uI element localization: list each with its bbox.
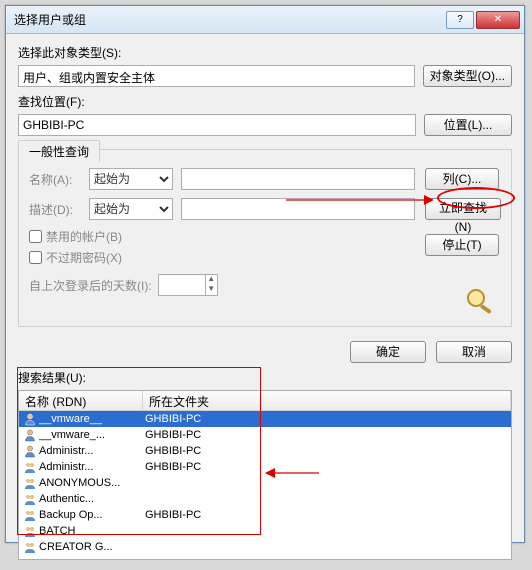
results-listview[interactable]: 名称 (RDN) 所在文件夹 __vmware__GHBIBI-PC__vmwa… — [18, 390, 512, 560]
location-label: 查找位置(F): — [18, 93, 512, 110]
dialog-content: 选择此对象类型(S): 用户、组或内置安全主体 对象类型(O)... 查找位置(… — [6, 34, 524, 570]
common-queries-group: 一般性查询 名称(A): 起始为 描述(D): 起始为 — [18, 150, 512, 327]
object-type-label: 选择此对象类型(S): — [18, 44, 512, 61]
results-label: 搜索结果(U): — [18, 369, 512, 386]
row-name: CREATOR G... — [39, 541, 145, 553]
object-types-button[interactable]: 对象类型(O)... — [423, 65, 512, 87]
cancel-button[interactable]: 取消 — [436, 341, 512, 363]
desc-input[interactable] — [181, 198, 415, 220]
row-name: ANONYMOUS... — [39, 477, 145, 489]
row-name: Backup Op... — [39, 509, 145, 521]
group-icon — [23, 508, 37, 522]
desc-op-select[interactable]: 起始为 — [89, 198, 173, 220]
group-icon — [23, 524, 37, 538]
table-row[interactable]: Administr...GHBIBI-PC — [19, 459, 511, 475]
group-icon — [23, 476, 37, 490]
row-name: Administr... — [39, 445, 145, 457]
table-row[interactable]: __vmware_...GHBIBI-PC — [19, 427, 511, 443]
row-name: Administr... — [39, 461, 145, 473]
query-right: 列(C)... 立即查找(N) 停止(T) — [415, 168, 501, 316]
table-row[interactable]: ANONYMOUS... — [19, 475, 511, 491]
object-type-value: 用户、组或内置安全主体 — [18, 65, 415, 87]
columns-button[interactable]: 列(C)... — [425, 168, 499, 190]
dialog-window: 选择用户或组 ? ✕ 选择此对象类型(S): 用户、组或内置安全主体 对象类型(… — [5, 5, 525, 543]
table-row[interactable]: Administr...GHBIBI-PC — [19, 443, 511, 459]
non-expiring-check[interactable]: 不过期密码(X) — [29, 249, 415, 266]
locations-button[interactable]: 位置(L)... — [424, 114, 512, 136]
table-row[interactable]: BATCH — [19, 523, 511, 539]
row-name: __vmware_... — [39, 429, 145, 441]
titlebar: 选择用户或组 ? ✕ — [6, 6, 524, 34]
row-folder: GHBIBI-PC — [145, 429, 201, 441]
window-title: 选择用户或组 — [14, 11, 444, 28]
user-icon — [23, 444, 37, 458]
row-name: BATCH — [39, 525, 145, 537]
name-op-select[interactable]: 起始为 — [89, 168, 173, 190]
non-expiring-checkbox[interactable] — [29, 251, 42, 264]
find-now-button[interactable]: 立即查找(N) — [425, 198, 501, 220]
row-folder: GHBIBI-PC — [145, 509, 201, 521]
days-label: 自上次登录后的天数(I): — [29, 277, 152, 294]
row-folder: GHBIBI-PC — [145, 445, 201, 457]
days-input[interactable]: ▲▼ — [158, 274, 218, 296]
row-folder: GHBIBI-PC — [145, 461, 201, 473]
search-icon — [461, 286, 501, 316]
query-left: 名称(A): 起始为 描述(D): 起始为 — [29, 168, 415, 316]
name-input[interactable] — [181, 168, 415, 190]
col-folder[interactable]: 所在文件夹 — [143, 391, 511, 410]
user-icon — [23, 428, 37, 442]
table-row[interactable]: CREATOR G... — [19, 539, 511, 555]
desc-label: 描述(D): — [29, 201, 89, 218]
table-row[interactable]: Authentic... — [19, 491, 511, 507]
group-legend: 一般性查询 — [18, 140, 100, 162]
group-icon — [23, 540, 37, 554]
name-label: 名称(A): — [29, 171, 89, 188]
location-value: GHBIBI-PC — [18, 114, 416, 136]
group-icon — [23, 460, 37, 474]
listview-header: 名称 (RDN) 所在文件夹 — [19, 391, 511, 411]
stop-button[interactable]: 停止(T) — [425, 234, 499, 256]
group-icon — [23, 492, 37, 506]
row-name: __vmware__ — [39, 413, 145, 425]
close-button[interactable]: ✕ — [476, 11, 520, 29]
disabled-accounts-check[interactable]: 禁用的帐户(B) — [29, 228, 415, 245]
help-button[interactable]: ? — [446, 11, 474, 29]
col-name[interactable]: 名称 (RDN) — [19, 391, 143, 410]
row-folder: GHBIBI-PC — [145, 413, 201, 425]
disabled-accounts-checkbox[interactable] — [29, 230, 42, 243]
user-icon — [23, 412, 37, 426]
ok-button[interactable]: 确定 — [350, 341, 426, 363]
table-row[interactable]: Backup Op...GHBIBI-PC — [19, 507, 511, 523]
row-name: Authentic... — [39, 493, 145, 505]
table-row[interactable]: __vmware__GHBIBI-PC — [19, 411, 511, 427]
